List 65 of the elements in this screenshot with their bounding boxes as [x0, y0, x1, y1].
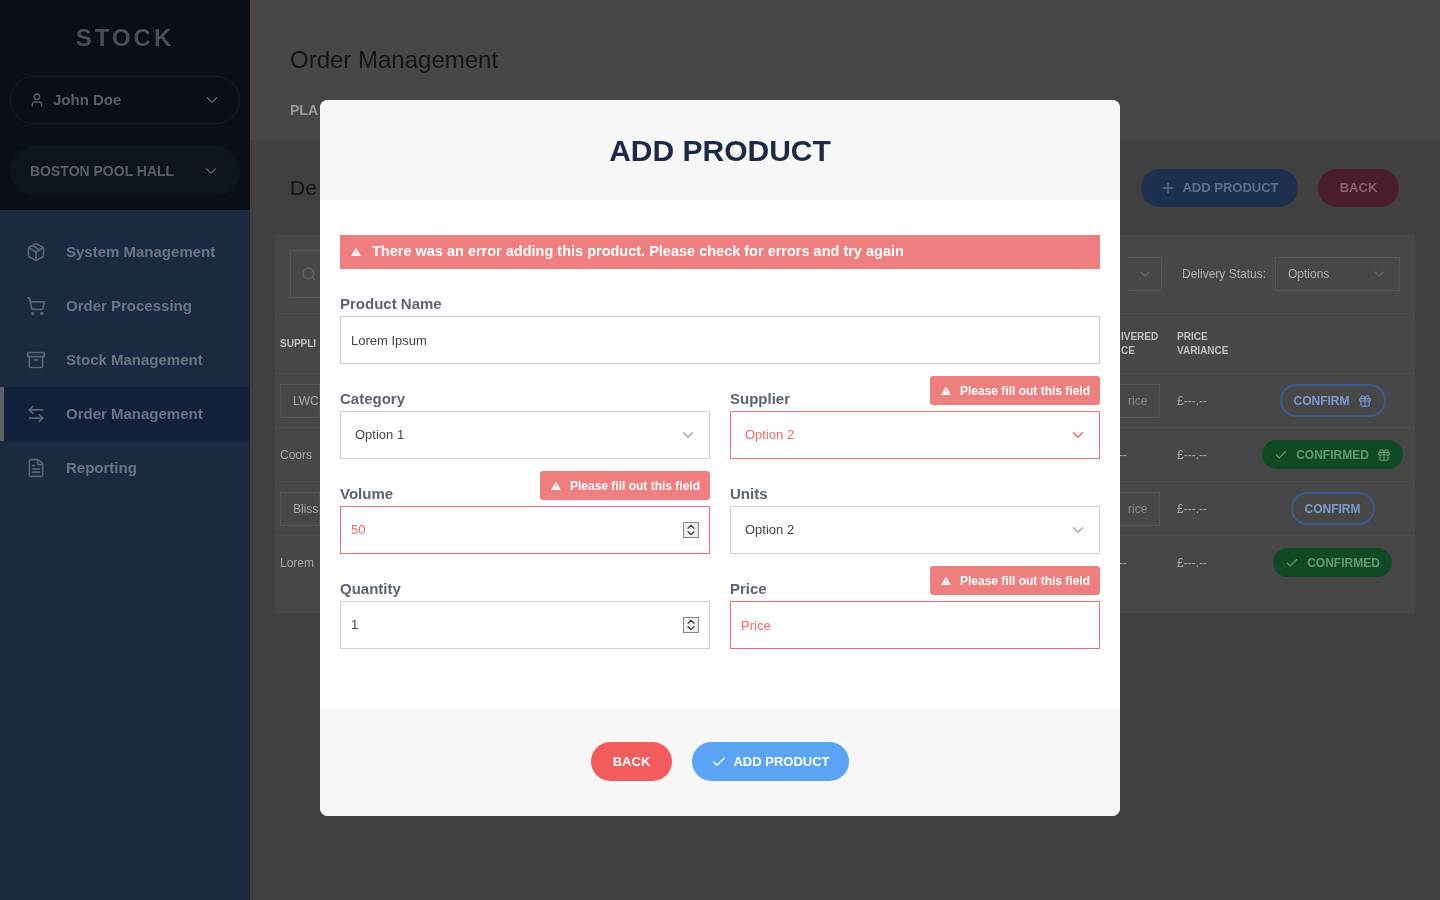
- back-button[interactable]: BACK: [1318, 168, 1399, 207]
- confirmed-button[interactable]: CONFIRMED: [1262, 440, 1403, 469]
- table-cell-text: Lorem: [280, 554, 314, 572]
- select-field[interactable]: Option 1: [340, 411, 710, 459]
- field-label: Quantity: [340, 579, 401, 599]
- warning-icon: [350, 246, 362, 258]
- app-logo: STOCK: [75, 23, 175, 53]
- column-header: PRICE VARIANCE: [1176, 329, 1230, 358]
- nav-item[interactable]: Order Processing: [0, 279, 250, 333]
- spinner-icon[interactable]: [683, 617, 699, 633]
- add-product-button[interactable]: ADD PRODUCT: [692, 742, 849, 781]
- dialog-title: ADD PRODUCT: [609, 132, 831, 169]
- error-alert: There was an error adding this product. Please check for errors and try again: [340, 235, 1100, 269]
- field-label: Units: [730, 484, 768, 504]
- input-field[interactable]: Lorem Ipsum: [340, 316, 1100, 364]
- input-field[interactable]: Price: [730, 601, 1100, 649]
- table-cell-text: £---.--: [1176, 446, 1208, 464]
- table-cell-text: Coors: [280, 446, 312, 464]
- table-cell-text: --: [1118, 554, 1127, 572]
- user-icon: [29, 92, 45, 108]
- field-label: Supplier: [730, 389, 790, 409]
- venue-dropdown[interactable]: BOSTON POOL HALL: [10, 146, 240, 196]
- status-dropdown[interactable]: Options: [1275, 257, 1400, 291]
- confirm-button[interactable]: CONFIRM: [1290, 492, 1375, 525]
- spinner-icon[interactable]: [683, 522, 699, 538]
- document-icon: [26, 458, 46, 478]
- error-tooltip: Please fill out this field: [929, 566, 1100, 595]
- table-input[interactable]: LWC: [280, 383, 320, 418]
- warning-icon: [549, 479, 562, 492]
- table-cell-text: --: [1118, 446, 1127, 464]
- confirm-button[interactable]: CONFIRM: [1279, 384, 1386, 417]
- back-button[interactable]: BACK: [591, 742, 672, 781]
- field-label: Product Name: [340, 294, 442, 314]
- table-cell-text: £---.--: [1176, 500, 1208, 518]
- select-field[interactable]: Option 2: [730, 411, 1100, 459]
- cart-icon: [26, 296, 46, 316]
- field-label: Volume: [340, 484, 394, 504]
- nav-item[interactable]: Reporting: [0, 441, 250, 495]
- tab[interactable]: PLA: [290, 100, 318, 121]
- table-cell-text: £---.--: [1176, 554, 1208, 572]
- table-input[interactable]: Bliss: [280, 491, 320, 526]
- number-field[interactable]: 1: [340, 601, 710, 649]
- field-label: Category: [340, 389, 406, 409]
- search-icon: [301, 266, 317, 282]
- number-field[interactable]: 50: [340, 506, 710, 554]
- gift-icon: [1376, 447, 1391, 462]
- package-icon: [26, 242, 46, 262]
- add-product-button[interactable]: ADD PRODUCT: [1141, 168, 1298, 207]
- select-field[interactable]: Option 2: [730, 506, 1100, 554]
- archive-icon: [26, 350, 46, 370]
- column-header: SUPPLI: [279, 337, 318, 351]
- table-cell-text: £---.--: [1176, 392, 1208, 410]
- nav-item[interactable]: Stock Management: [0, 333, 250, 387]
- confirmed-button[interactable]: CONFIRMED: [1273, 548, 1392, 577]
- arrows-icon: [26, 404, 46, 424]
- warning-icon: [939, 574, 952, 587]
- nav-item[interactable]: System Management: [0, 225, 250, 279]
- nav-item[interactable]: Order Management: [0, 387, 250, 441]
- filter-label: Delivery Status:: [1181, 266, 1266, 283]
- column-header: IVERED CE: [1120, 329, 1160, 358]
- gift-icon: [1357, 393, 1372, 408]
- error-tooltip: Please fill out this field: [929, 376, 1100, 405]
- field-label: Price: [730, 579, 767, 599]
- error-tooltip: Please fill out this field: [539, 471, 710, 500]
- warning-icon: [939, 384, 952, 397]
